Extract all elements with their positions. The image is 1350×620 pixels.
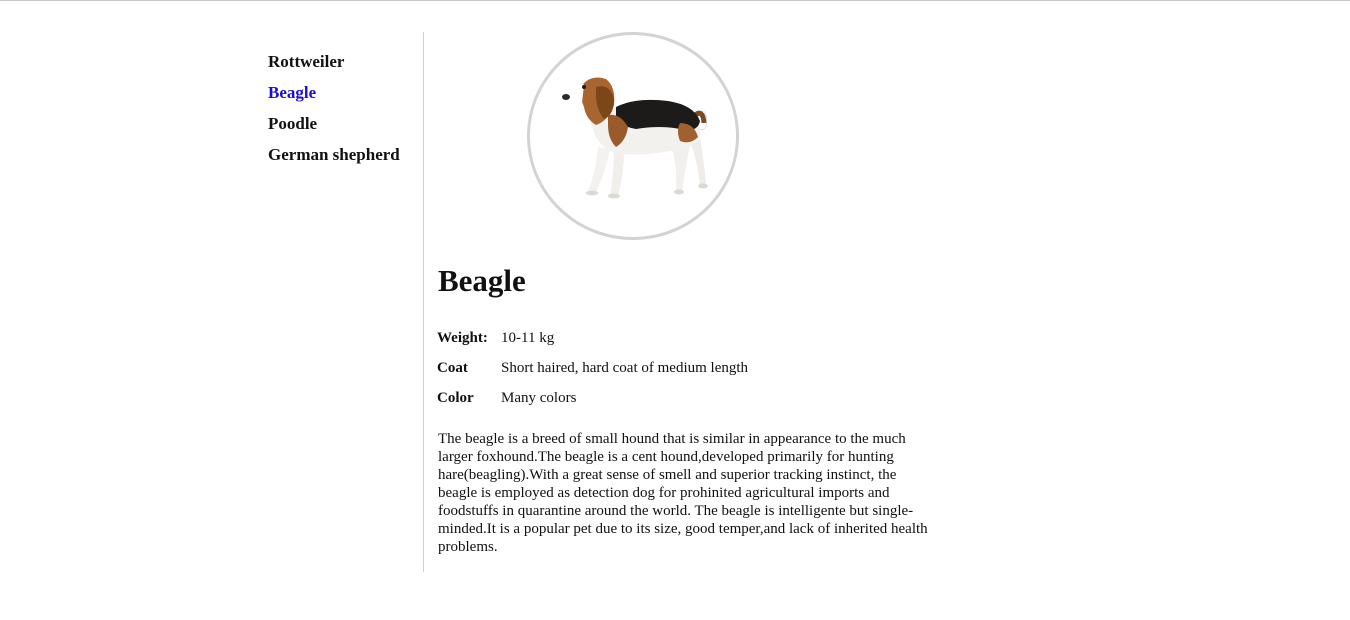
spec-value: Many colors	[501, 390, 577, 406]
breed-description: The beagle is a breed of small hound tha…	[438, 431, 928, 555]
spec-value: 10-11 kg	[501, 330, 555, 346]
spec-value: Short haired, hard coat of medium length	[501, 360, 749, 376]
nav-item-german-shepherd[interactable]: German shepherd	[268, 139, 423, 170]
spec-row-weight: Weight: 10-11 kg	[437, 327, 748, 357]
spec-label: Weight:	[437, 330, 488, 346]
nav-item-rottweiler[interactable]: Rottweiler	[268, 46, 423, 77]
nav-item-beagle[interactable]: Beagle	[268, 77, 423, 108]
breed-nav: Rottweiler Beagle Poodle German shepherd	[268, 46, 423, 170]
nav-item-poodle[interactable]: Poodle	[268, 108, 423, 139]
spec-label: Color	[437, 390, 474, 406]
spec-row-coat: Coat Short haired, hard coat of medium le…	[437, 357, 748, 387]
beagle-illustration	[562, 77, 708, 199]
top-border	[0, 0, 1350, 1]
spec-row-color: Color Many colors	[437, 387, 748, 417]
breed-specs: Weight: 10-11 kg Coat Short haired, hard c…	[437, 327, 748, 417]
breed-photo	[527, 32, 739, 240]
breed-title: Beagle	[438, 263, 526, 298]
vertical-divider	[423, 32, 424, 572]
spec-label: Coat	[437, 360, 468, 376]
